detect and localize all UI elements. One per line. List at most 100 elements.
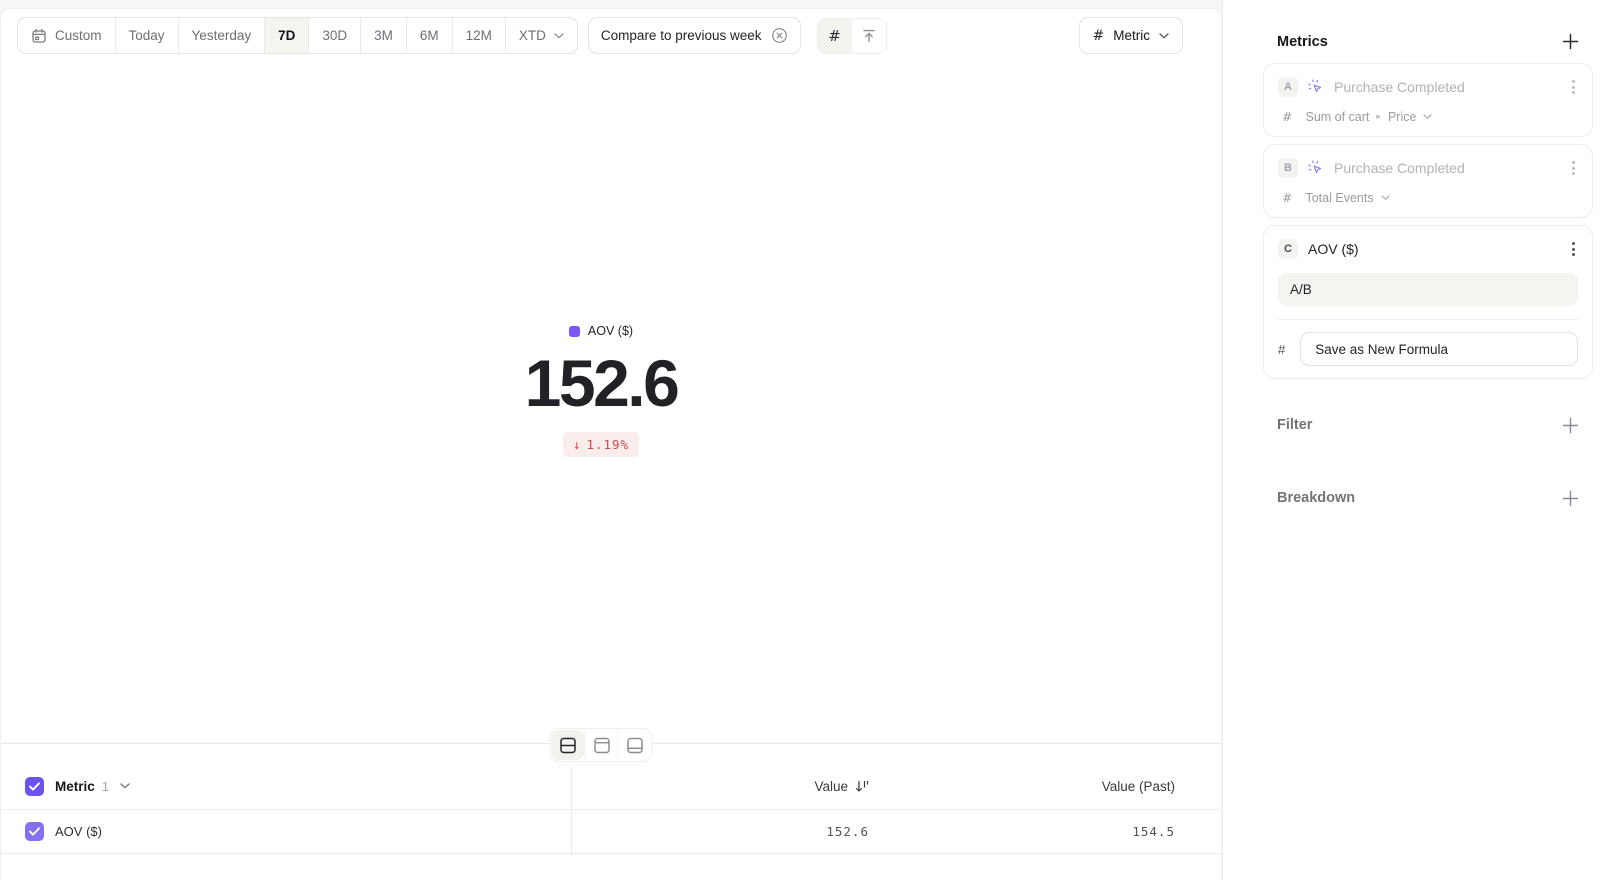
arrow-up-to-line-icon [861, 28, 877, 44]
hash-icon: # [828, 27, 841, 45]
chevron-down-icon [554, 33, 564, 39]
layout-switcher [550, 728, 653, 762]
split-view-icon [560, 737, 577, 754]
compare-chip-label: Compare to previous week [601, 28, 762, 43]
range-6m-label: 6M [420, 28, 439, 43]
chevron-down-icon [1159, 33, 1169, 39]
config-sidebar: Metrics A Purchase Completed # [1222, 0, 1600, 880]
metric-options-icon[interactable] [1569, 77, 1578, 97]
breakdown-section-header: Breakdown [1263, 488, 1593, 508]
chevron-down-icon [1423, 114, 1432, 120]
range-30d[interactable]: 30D [309, 18, 361, 53]
range-3m[interactable]: 3M [361, 18, 407, 53]
value-header-label: Value [814, 779, 848, 794]
range-xtd[interactable]: XTD [506, 18, 577, 53]
arrow-down-icon: ↓ [573, 437, 582, 452]
sort-descending-icon[interactable] [855, 780, 869, 793]
metric-badge-b: B [1278, 158, 1298, 178]
add-breakdown-button[interactable] [1562, 490, 1579, 507]
measure-selector[interactable]: # Total Events [1278, 190, 1578, 205]
hash-icon: # [1093, 28, 1105, 44]
metrics-section-header: Metrics [1263, 33, 1593, 50]
row-checkbox[interactable] [25, 822, 44, 841]
save-formula-label: Save as New Formula [1315, 342, 1448, 357]
goal-line-button[interactable] [852, 19, 886, 53]
filter-section-header: Filter [1263, 415, 1593, 435]
kpi-display: AOV ($) 152.6 ↓ 1.19% [1, 324, 1201, 457]
card-divider [1278, 319, 1578, 320]
chart-view-button[interactable] [618, 730, 651, 760]
measure-label: Sum of cart [1305, 110, 1369, 124]
filter-title: Filter [1277, 417, 1312, 433]
legend-swatch [569, 326, 580, 337]
split-view-button[interactable] [552, 730, 585, 760]
range-7d-label: 7D [278, 28, 295, 43]
results-table: Metric 1 Value Value (Past) [1, 763, 1221, 854]
chevron-down-icon [1381, 195, 1390, 201]
hash-icon: # [1282, 190, 1292, 205]
metric-header-label: Metric [55, 779, 95, 794]
legend-item[interactable]: AOV ($) [569, 324, 633, 338]
range-today[interactable]: Today [116, 18, 179, 53]
row-value: 152.6 [826, 824, 869, 839]
toolbar: Custom Today Yesterday 7D 30D 3M 6M 12M … [17, 17, 1183, 54]
chart-view-icon [626, 737, 643, 754]
range-3m-label: 3M [374, 28, 393, 43]
legend-label: AOV ($) [588, 324, 633, 338]
range-30d-label: 30D [322, 28, 347, 43]
metric-type-button[interactable]: # Metric [1079, 17, 1183, 54]
formula-card-c[interactable]: C AOV ($) A/B # Save as New Formula [1263, 225, 1593, 379]
kpi-delta-value: 1.19% [586, 437, 629, 452]
metric-card-a[interactable]: A Purchase Completed # Sum of cart ▸ Pri… [1263, 63, 1593, 137]
property-arrow-icon: ▸ [1376, 111, 1381, 122]
formula-input[interactable]: A/B [1278, 273, 1578, 306]
select-all-checkbox[interactable] [25, 777, 44, 796]
table-view-icon [593, 737, 610, 754]
hash-icon: # [1282, 109, 1292, 124]
metric-count: 1 [102, 779, 109, 794]
range-7d[interactable]: 7D [265, 18, 309, 53]
range-custom[interactable]: Custom [18, 18, 116, 53]
metric-title: Purchase Completed [1334, 160, 1465, 176]
report-canvas: Custom Today Yesterday 7D 30D 3M 6M 12M … [0, 8, 1222, 880]
range-today-label: Today [129, 28, 165, 43]
measure-selector[interactable]: # Sum of cart ▸ Price [1278, 109, 1578, 124]
metrics-title: Metrics [1277, 34, 1328, 50]
value-display-toggle: # [817, 18, 887, 54]
range-yesterday[interactable]: Yesterday [179, 18, 266, 53]
metric-card-b[interactable]: B Purchase Completed # Total Events [1263, 144, 1593, 218]
compare-chip[interactable]: Compare to previous week [588, 17, 801, 54]
range-yesterday-label: Yesterday [192, 28, 252, 43]
add-filter-button[interactable] [1562, 417, 1579, 434]
formula-title: AOV ($) [1308, 241, 1359, 257]
range-xtd-label: XTD [519, 28, 546, 43]
range-12m[interactable]: 12M [453, 18, 506, 53]
metric-title: Purchase Completed [1334, 79, 1465, 95]
formula-text: A/B [1290, 282, 1312, 297]
value-past-column-header[interactable]: Value (Past) [869, 779, 1221, 794]
row-metric-name: AOV ($) [55, 824, 102, 839]
magic-cursor-icon [1308, 160, 1324, 176]
metric-options-icon[interactable] [1569, 239, 1578, 259]
measure-label: Total Events [1305, 191, 1373, 205]
kpi-delta-badge: ↓ 1.19% [563, 432, 639, 457]
range-custom-label: Custom [55, 28, 102, 43]
table-row[interactable]: AOV ($) 152.6 154.5 [1, 810, 1221, 854]
metric-options-icon[interactable] [1569, 158, 1578, 178]
sidebar-content: Metrics A Purchase Completed # [1263, 0, 1593, 508]
remove-compare-icon[interactable] [771, 27, 788, 44]
property-label: Price [1388, 110, 1416, 124]
range-12m-label: 12M [466, 28, 492, 43]
row-value-past: 154.5 [1132, 824, 1175, 839]
range-6m[interactable]: 6M [407, 18, 453, 53]
value-column-header[interactable]: Value [571, 779, 869, 794]
calendar-icon [31, 28, 47, 44]
column-divider [571, 767, 572, 855]
table-view-button[interactable] [585, 730, 618, 760]
save-formula-button[interactable]: Save as New Formula [1300, 332, 1578, 366]
value-past-header-label: Value (Past) [1102, 779, 1175, 794]
number-format-button[interactable]: # [818, 19, 852, 53]
chevron-down-icon[interactable] [120, 783, 130, 789]
metric-button-label: Metric [1113, 28, 1150, 43]
add-metric-button[interactable] [1562, 33, 1579, 50]
